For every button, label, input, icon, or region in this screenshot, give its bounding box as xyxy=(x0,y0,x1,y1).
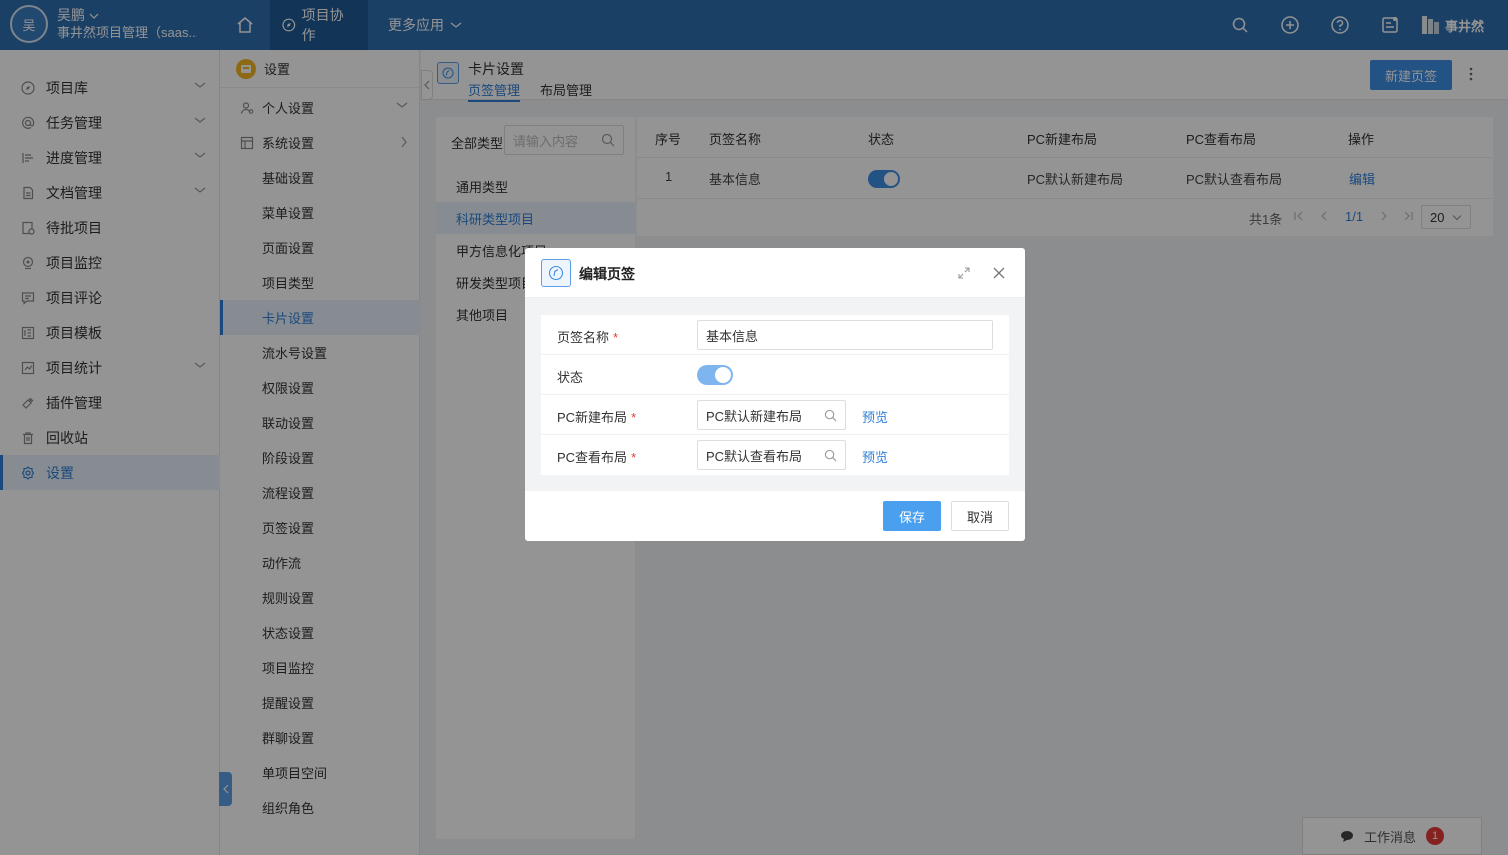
pc-new-layout-select[interactable]: PC默认新建布局 xyxy=(697,400,846,430)
tab-form: 页签名称 * 基本信息 状态 PC新建布局 * PC默认新建布局 预览 PC查看布局… xyxy=(541,315,1009,475)
edit-tab-dialog: 编辑页签 页签名称* 基本信息 状态 PC新建布局* PC默认新建布局 预览 xyxy=(525,248,1025,541)
form-row-pc-view: PC查看布局 * PC默认查看布局 预览 xyxy=(541,435,1009,475)
expand-icon[interactable] xyxy=(957,266,971,280)
tab-name-input[interactable]: 基本信息 xyxy=(697,320,993,350)
label-text: PC查看布局 xyxy=(557,450,628,465)
dialog-title: 编辑页签 xyxy=(579,266,635,282)
preview-link-pc-view[interactable]: 预览 xyxy=(862,447,888,466)
status-switch[interactable] xyxy=(697,365,733,385)
form-row-name: 页签名称 * 基本信息 xyxy=(541,315,1009,355)
select-value: PC默认新建布局 xyxy=(706,408,803,424)
select-value: PC默认查看布局 xyxy=(706,448,803,464)
required-mark: * xyxy=(631,450,637,465)
close-icon[interactable] xyxy=(992,266,1006,280)
form-row-pc-new: PC新建布局 * PC默认新建布局 预览 xyxy=(541,395,1009,435)
dialog-header: 编辑页签 xyxy=(525,248,1025,298)
field-label-pc-new: PC新建布局 * xyxy=(557,407,636,426)
card-settings-icon xyxy=(541,259,571,287)
search-icon xyxy=(824,449,837,462)
cancel-button[interactable]: 取消 xyxy=(951,501,1009,531)
search-icon xyxy=(824,409,837,422)
required-mark: * xyxy=(631,410,637,425)
label-text: PC新建布局 xyxy=(557,410,628,425)
field-label-pc-view: PC查看布局 * xyxy=(557,447,636,466)
dialog-body: 页签名称 * 基本信息 状态 PC新建布局 * PC默认新建布局 预览 PC查看布局… xyxy=(525,298,1025,491)
form-row-status: 状态 xyxy=(541,355,1009,395)
required-mark: * xyxy=(613,330,619,345)
pc-view-layout-select[interactable]: PC默认查看布局 xyxy=(697,440,846,470)
field-label-name: 页签名称 * xyxy=(557,327,618,346)
field-label-status: 状态 xyxy=(557,370,584,385)
save-button[interactable]: 保存 xyxy=(883,501,941,531)
label-text: 页签名称 xyxy=(557,330,610,345)
preview-link-pc-new[interactable]: 预览 xyxy=(862,407,888,426)
